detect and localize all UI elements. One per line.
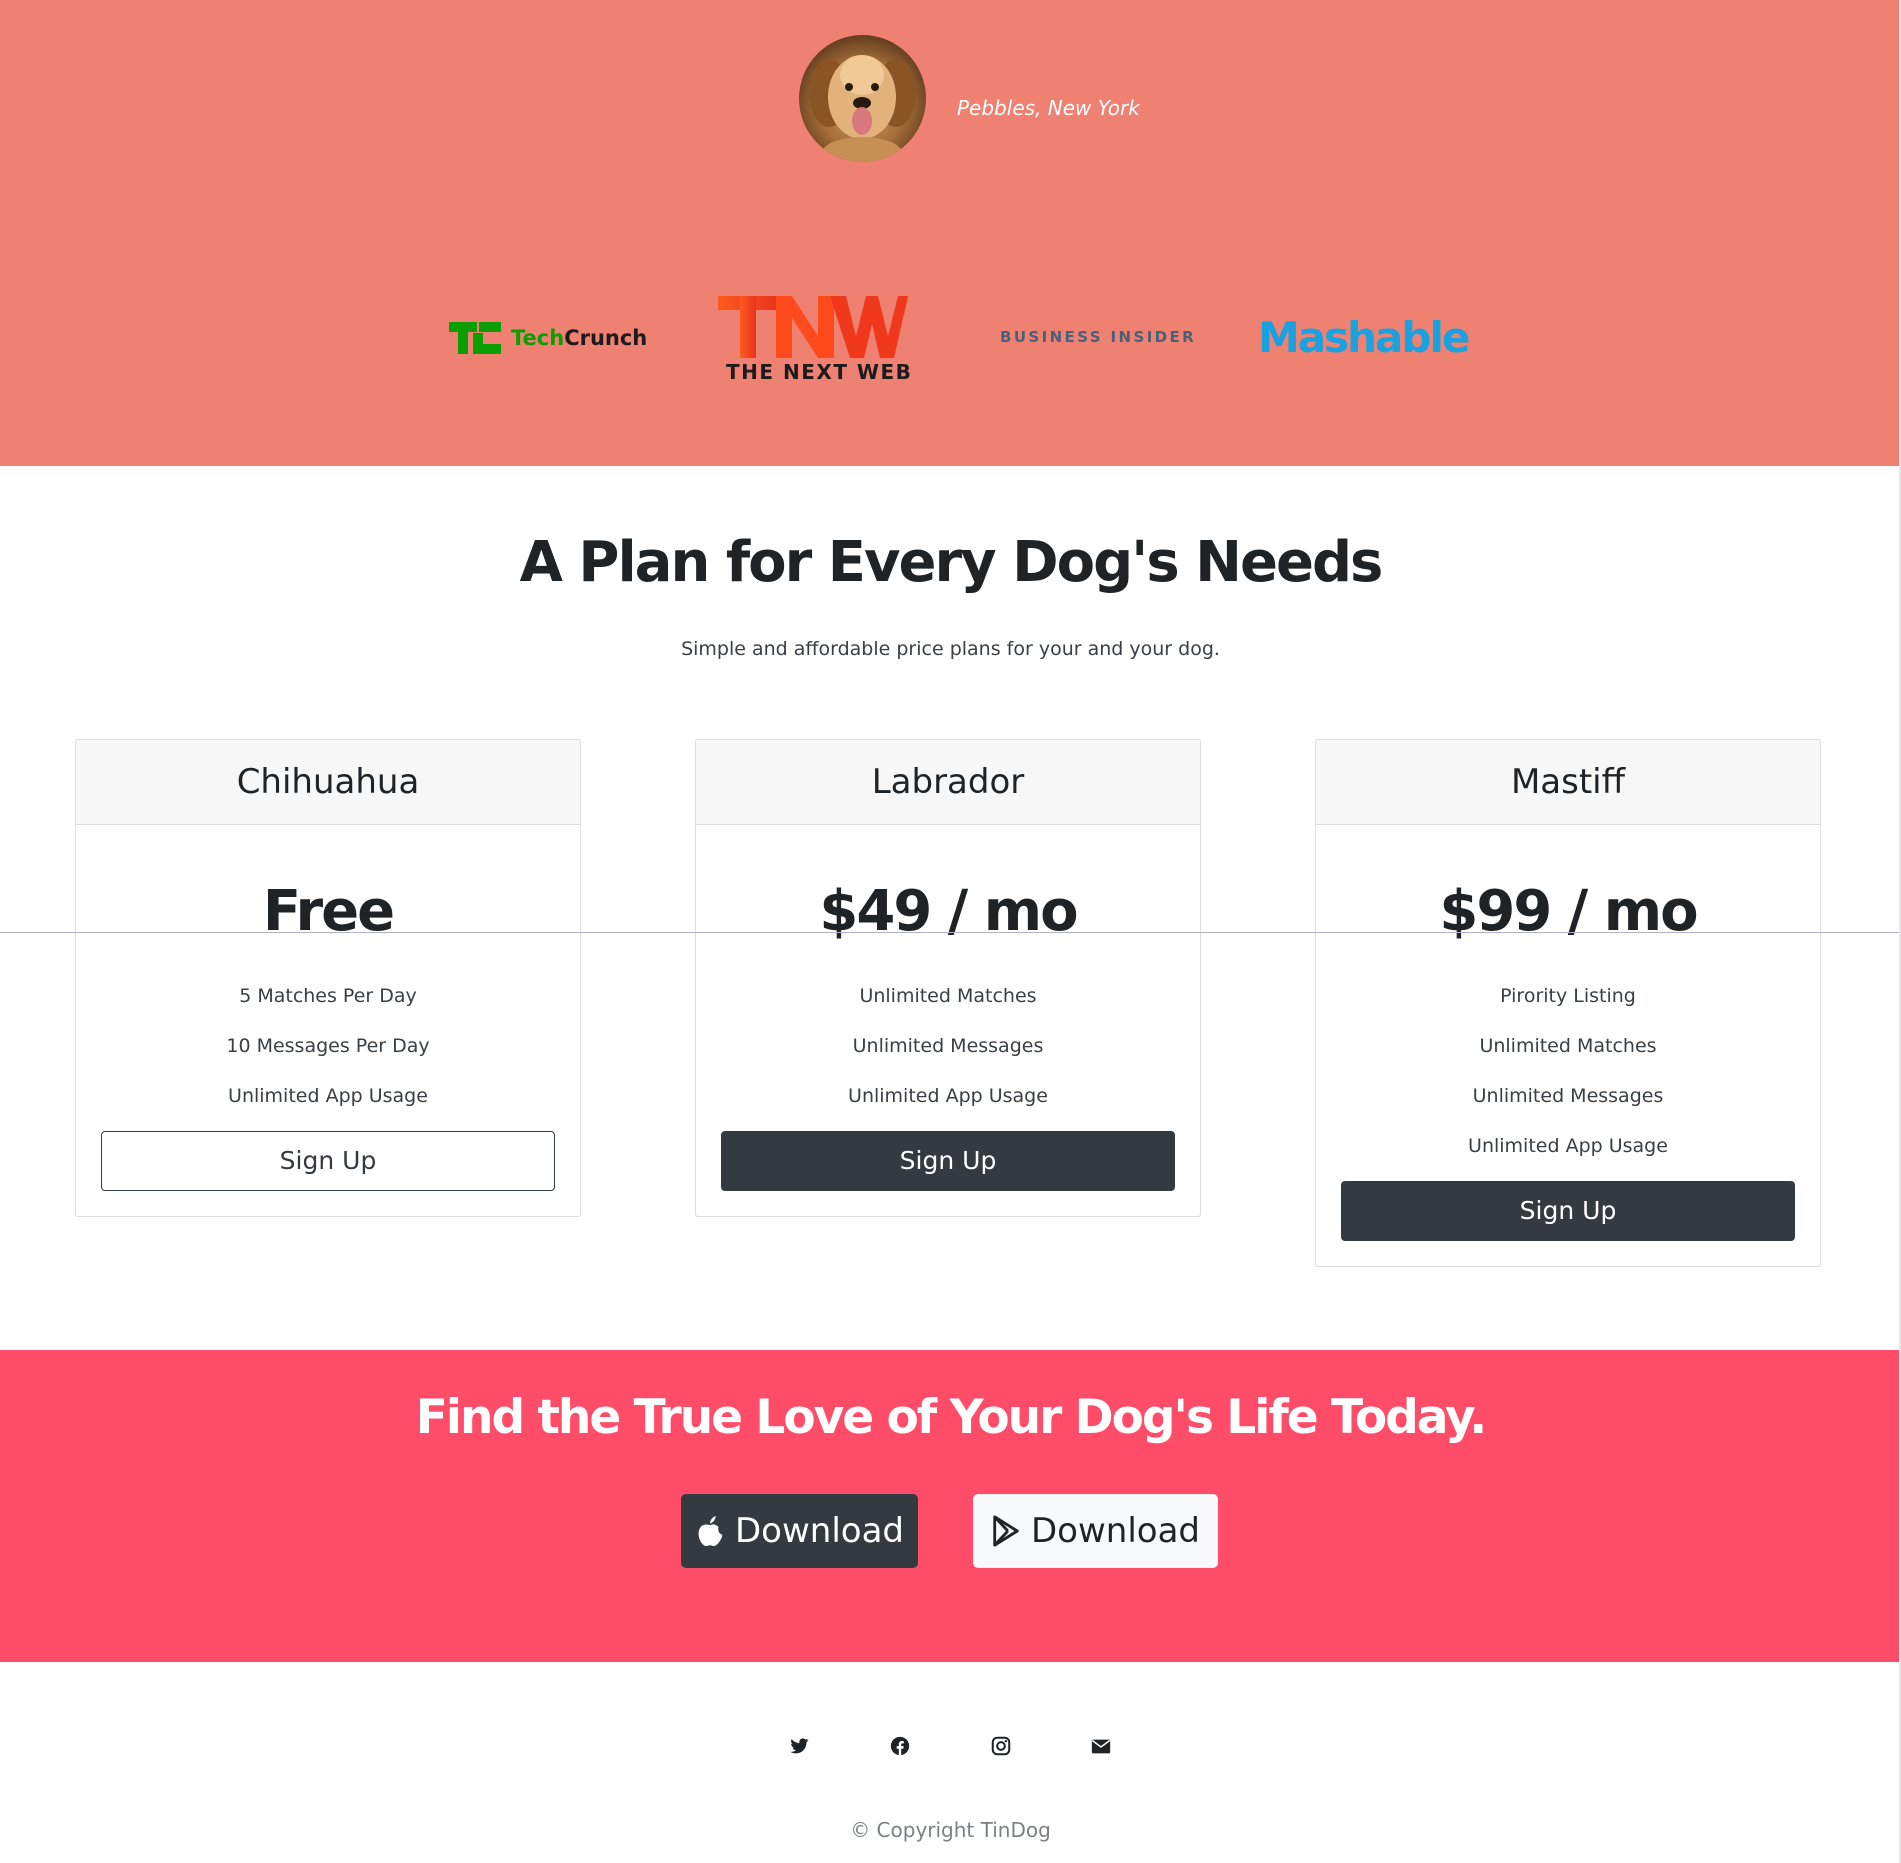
google-play-download-label: Download	[1030, 1511, 1200, 1551]
techcrunch-wordmark: TechCrunch	[511, 326, 648, 350]
social-icons	[0, 1735, 1901, 1759]
plan-name: Labrador	[696, 740, 1200, 825]
apple-icon	[698, 1515, 723, 1547]
business-insider-logo: BUSINESS INSIDER	[1000, 328, 1197, 346]
plan-card-chihuahua: Chihuahua Free 5 Matches Per Day 10 Mess…	[75, 739, 581, 1217]
plan-card-labrador: Labrador $49 / mo Unlimited Matches Unli…	[695, 739, 1201, 1217]
apple-download-label: Download	[734, 1511, 904, 1551]
plan-feature: 10 Messages Per Day	[226, 1035, 430, 1057]
plan-feature: Unlimited App Usage	[228, 1085, 428, 1107]
signup-button-chihuahua[interactable]: Sign Up	[101, 1131, 555, 1191]
tnw-logo: THE NEXT WEB	[718, 296, 911, 386]
plan-card-mastiff: Mastiff $99 / mo Pirority Listing Unlimi…	[1315, 739, 1821, 1267]
dog-photo-icon	[809, 55, 916, 162]
plan-feature: Unlimited App Usage	[1468, 1135, 1668, 1157]
plan-price: $49 / mo	[819, 879, 1078, 944]
techcrunch-logo: TechCrunch	[449, 320, 647, 356]
dog-avatar	[799, 35, 926, 162]
cta-title: Find the True Love of Your Dog's Life To…	[415, 1390, 1487, 1445]
plan-feature: Unlimited Matches	[859, 985, 1037, 1007]
instagram-icon[interactable]	[990, 1735, 1012, 1757]
press-section: Pebbles, New York TechCrunch THE NEXT WE…	[0, 0, 1901, 466]
plan-features: 5 Matches Per Day 10 Messages Per Day Un…	[76, 971, 580, 1121]
plan-features: Pirority Listing Unlimited Matches Unlim…	[1316, 971, 1820, 1171]
cta-section: Find the True Love of Your Dog's Life To…	[0, 1350, 1901, 1662]
guide-line	[0, 932, 1901, 933]
pricing-title: A Plan for Every Dog's Needs	[519, 530, 1384, 595]
plan-feature: Unlimited Matches	[1479, 1035, 1657, 1057]
plan-features: Unlimited Matches Unlimited Messages Unl…	[696, 971, 1200, 1121]
facebook-icon[interactable]	[889, 1735, 911, 1757]
tnw-mark-icon	[718, 296, 908, 358]
google-play-download-button[interactable]: Download	[973, 1494, 1218, 1568]
plan-name: Mastiff	[1316, 740, 1820, 825]
mashable-logo: Mashable	[1258, 313, 1470, 362]
apple-download-button[interactable]: Download	[681, 1494, 918, 1568]
plan-feature: Unlimited Messages	[852, 1035, 1044, 1057]
pricing-subtitle: Simple and affordable price plans for yo…	[681, 638, 1220, 660]
twitter-icon[interactable]	[788, 1735, 810, 1757]
plan-name: Chihuahua	[76, 740, 580, 825]
techcrunch-mark-icon	[449, 322, 501, 354]
signup-button-mastiff[interactable]: Sign Up	[1341, 1181, 1795, 1241]
tnw-subtitle: THE NEXT WEB	[726, 360, 913, 384]
plan-feature: Pirority Listing	[1500, 985, 1636, 1007]
page: Pebbles, New York TechCrunch THE NEXT WE…	[0, 0, 1901, 1863]
envelope-icon[interactable]	[1090, 1735, 1112, 1757]
plan-feature: Unlimited App Usage	[848, 1085, 1048, 1107]
plan-price: $99 / mo	[1439, 879, 1698, 944]
plan-feature: Unlimited Messages	[1472, 1085, 1664, 1107]
google-play-icon	[993, 1515, 1019, 1547]
testimonial-name: Pebbles, New York	[957, 96, 1140, 120]
copyright-text: © Copyright TinDog	[850, 1818, 1051, 1842]
plan-feature: 5 Matches Per Day	[239, 985, 417, 1007]
plan-price: Free	[262, 879, 395, 944]
signup-button-labrador[interactable]: Sign Up	[721, 1131, 1175, 1191]
